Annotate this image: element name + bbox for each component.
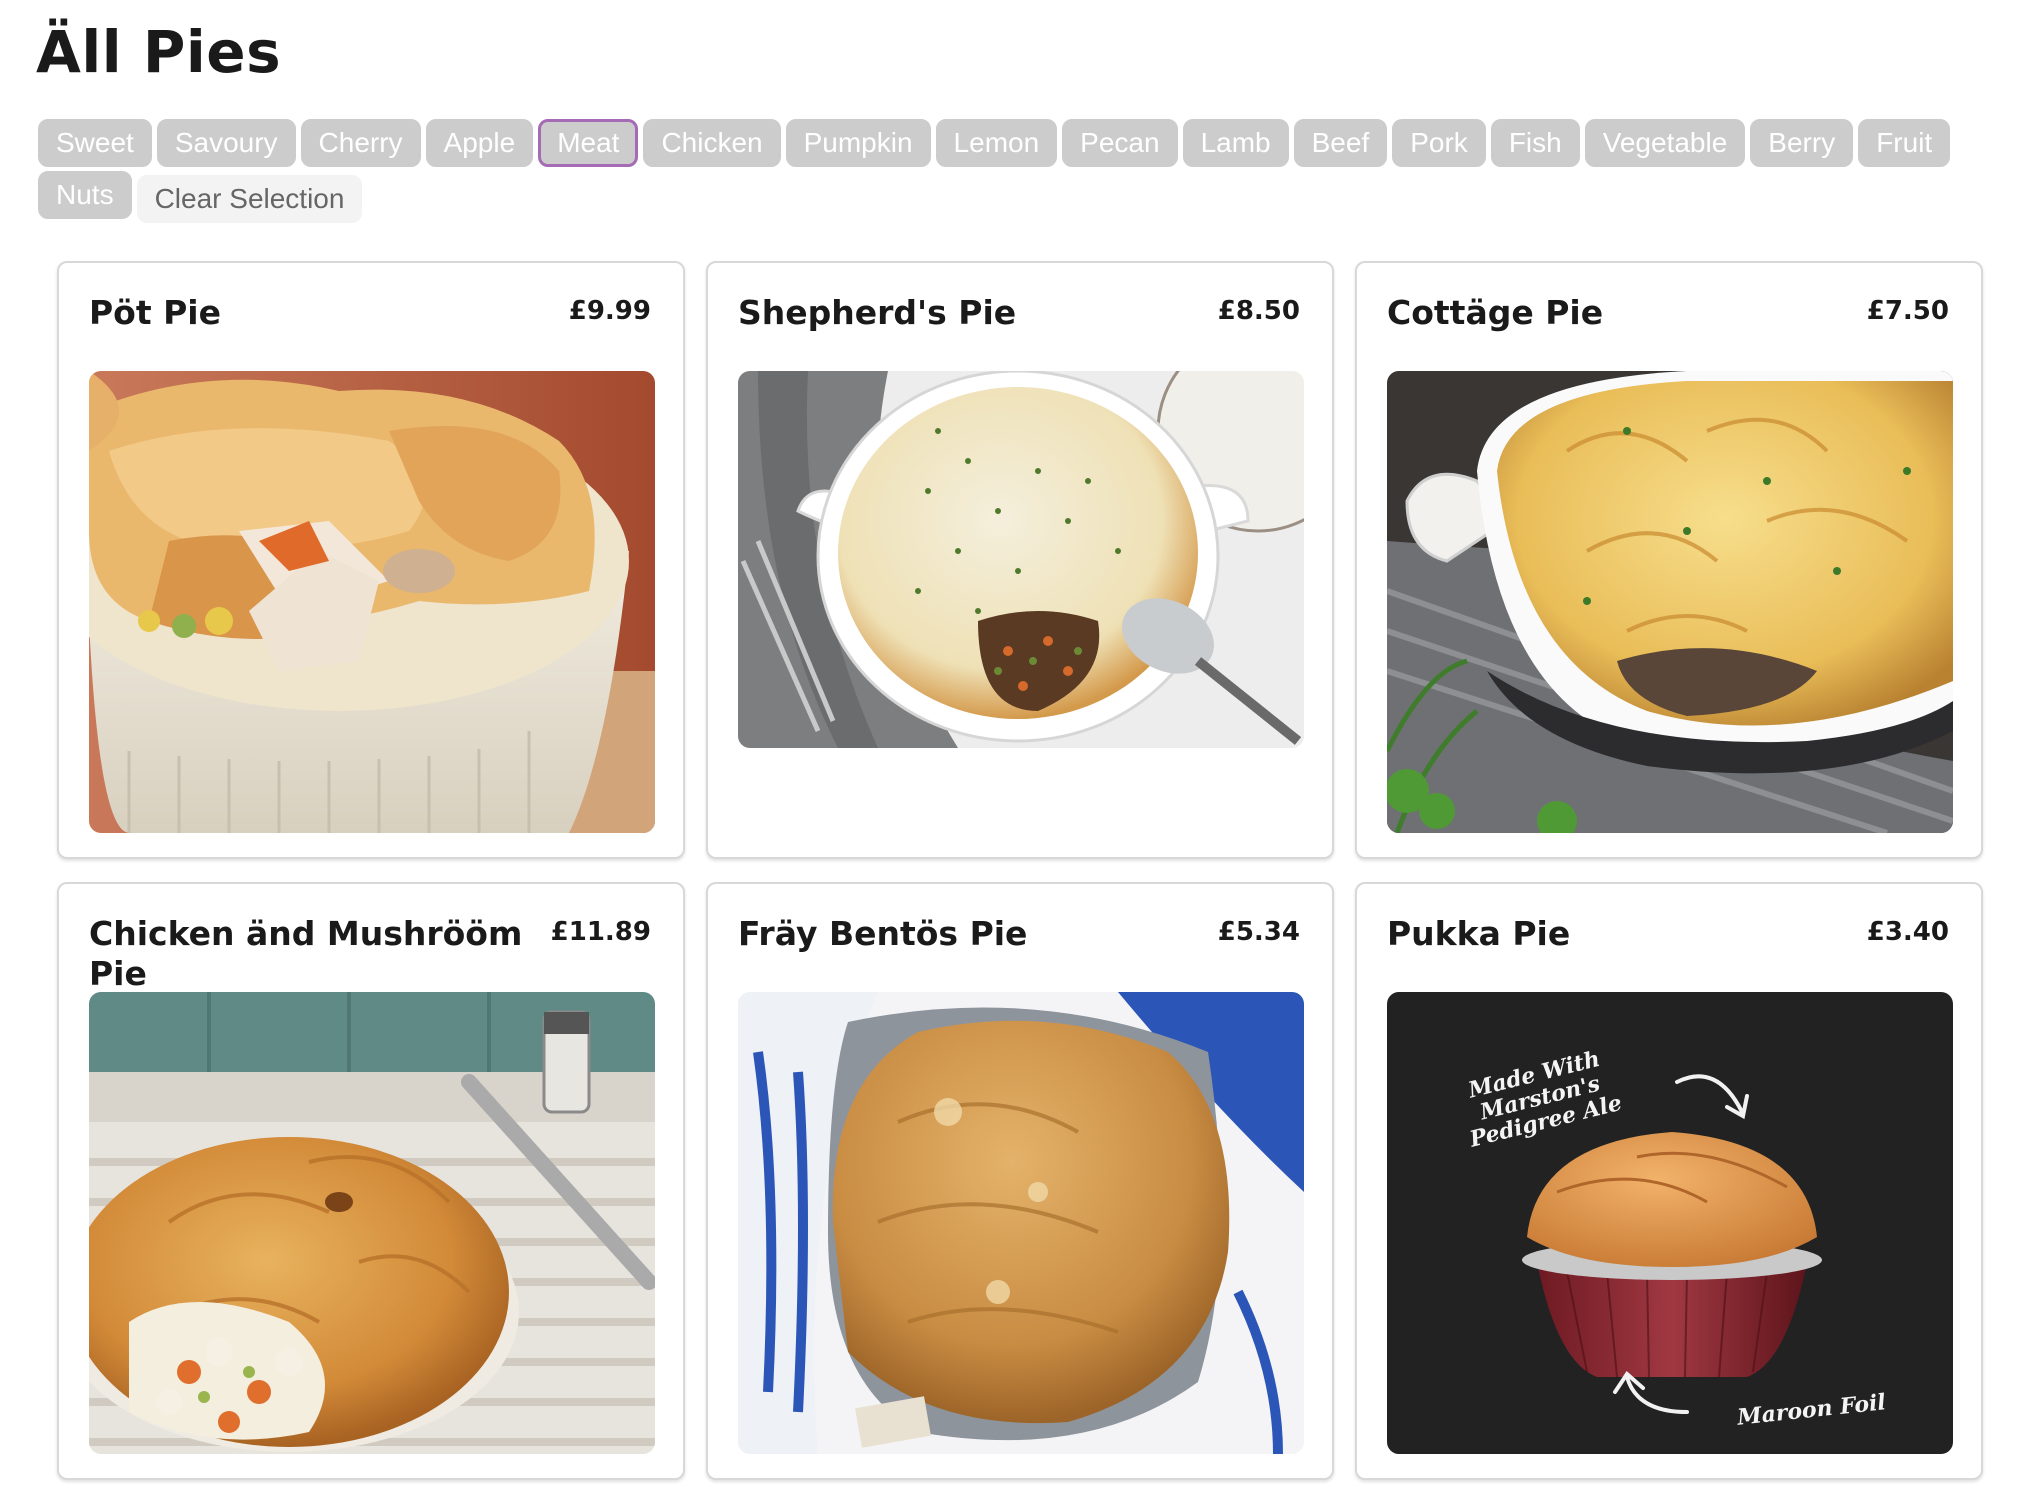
filter-chip-pecan[interactable]: Pecan (1062, 119, 1178, 167)
product-name: Chicken änd Mushrööm Pie (89, 914, 523, 993)
filter-chip-nuts[interactable]: Nuts (38, 171, 132, 219)
product-image (89, 371, 655, 833)
product-image: Made With Marston's Pedigree Ale Maroon … (1387, 992, 1953, 1454)
filter-chip-fish[interactable]: Fish (1490, 119, 1580, 167)
filter-chip-meat[interactable]: Meat (538, 119, 639, 167)
product-price: £11.89 (550, 917, 651, 947)
product-price: £3.40 (1866, 917, 1949, 947)
filter-chips: Sweet Savoury Cherry Apple Meat Chicken … (38, 119, 1998, 223)
product-card[interactable]: Pukka Pie £3.40 Made With Marston's Pedi… (1355, 882, 1983, 1480)
product-price: £7.50 (1866, 296, 1949, 326)
product-name: Fräy Bentös Pie (738, 914, 1028, 953)
product-price: £8.50 (1217, 296, 1300, 326)
product-image (1387, 371, 1953, 833)
filter-chip-beef[interactable]: Beef (1293, 119, 1388, 167)
product-grid: Pöt Pie £9.99 Shepherd's Pie £8.50 Cottä… (57, 261, 1983, 1480)
page-title: Äll Pies (36, 18, 282, 86)
product-image (89, 992, 655, 1454)
product-price: £9.99 (568, 296, 651, 326)
filter-chip-pork[interactable]: Pork (1392, 119, 1486, 167)
filter-chip-lamb[interactable]: Lamb (1182, 119, 1289, 167)
product-card[interactable]: Pöt Pie £9.99 (57, 261, 685, 859)
filter-chip-berry[interactable]: Berry (1750, 119, 1854, 167)
filter-chip-apple[interactable]: Apple (425, 119, 534, 167)
product-card[interactable]: Chicken änd Mushrööm Pie £11.89 (57, 882, 685, 1480)
product-name: Pöt Pie (89, 293, 221, 332)
filter-chip-sweet[interactable]: Sweet (38, 119, 152, 167)
product-name: Pukka Pie (1387, 914, 1571, 953)
product-name: Shepherd's Pie (738, 293, 1017, 332)
filter-chip-fruit[interactable]: Fruit (1858, 119, 1951, 167)
filter-chip-pumpkin[interactable]: Pumpkin (785, 119, 931, 167)
product-name: Cottäge Pie (1387, 293, 1604, 332)
product-image (738, 371, 1304, 748)
filter-chip-vegetable[interactable]: Vegetable (1584, 119, 1746, 167)
clear-selection-button[interactable]: Clear Selection (136, 175, 363, 223)
filter-chip-chicken[interactable]: Chicken (643, 119, 781, 167)
product-price: £5.34 (1217, 917, 1300, 947)
product-card[interactable]: Cottäge Pie £7.50 (1355, 261, 1983, 859)
filter-chip-lemon[interactable]: Lemon (935, 119, 1058, 167)
product-card[interactable]: Shepherd's Pie £8.50 (706, 261, 1334, 859)
product-image (738, 992, 1304, 1454)
filter-chip-savoury[interactable]: Savoury (156, 119, 296, 167)
filter-chip-cherry[interactable]: Cherry (300, 119, 421, 167)
product-card[interactable]: Fräy Bentös Pie £5.34 (706, 882, 1334, 1480)
